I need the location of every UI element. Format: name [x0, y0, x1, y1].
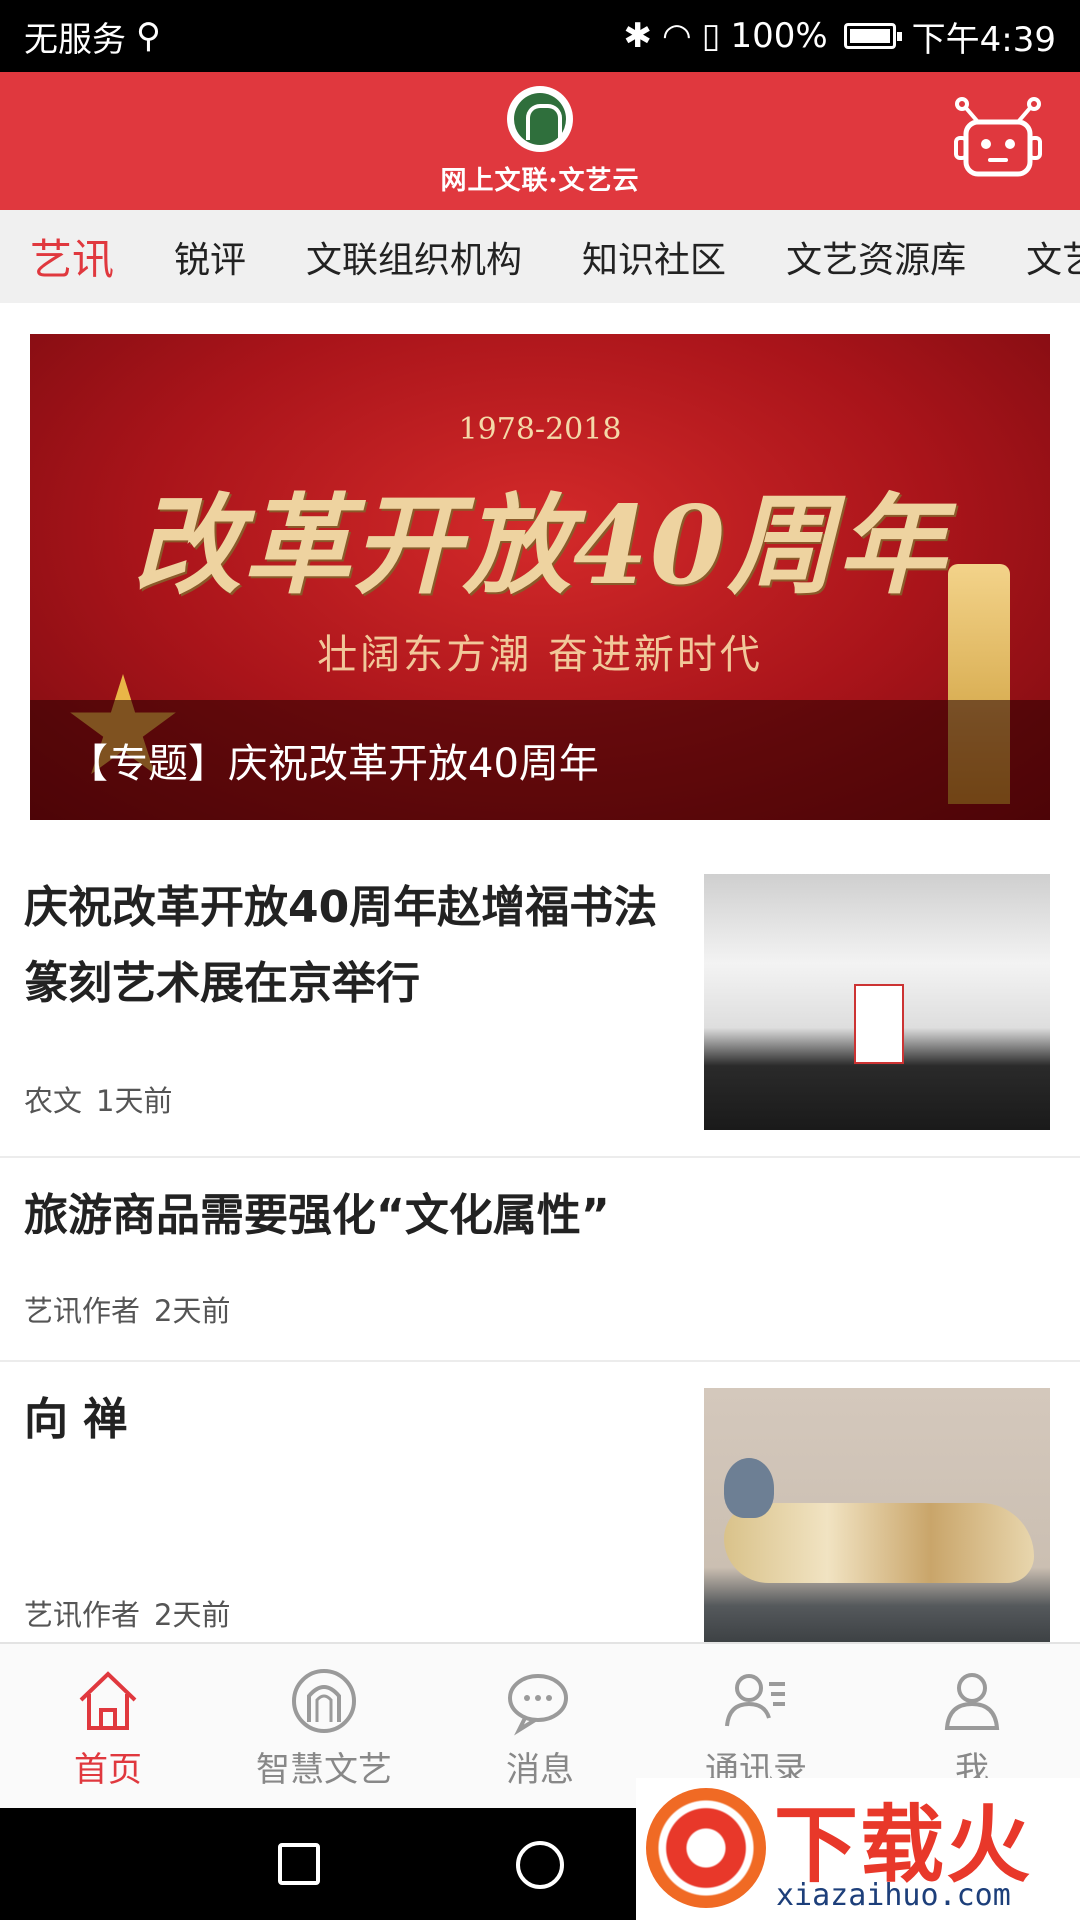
logo-icon: [292, 1669, 356, 1733]
clock: 下午4:39: [911, 19, 1056, 60]
nav-label: 首页: [74, 1750, 142, 1790]
news-item[interactable]: 庆祝改革开放40周年赵增福书法 篆刻艺术展在京举行 农文 1天前: [0, 850, 1080, 1158]
news-author: 艺讯作者: [24, 1598, 141, 1632]
recent-apps-button[interactable]: [278, 1843, 320, 1885]
news-meta: 农文 1天前: [24, 1078, 172, 1120]
news-thumbnail: [704, 874, 1050, 1130]
banner-caption: 【专题】庆祝改革开放40周年: [30, 700, 1050, 820]
news-title-line: 庆祝改革开放40周年赵增福书法: [24, 882, 658, 933]
battery-icon: [843, 23, 902, 49]
nav-label: 消息: [506, 1750, 574, 1790]
news-title: 旅游商品需要强化“文化属性”: [24, 1190, 610, 1241]
profile-icon: [944, 1673, 1000, 1730]
bluetooth-icon: ✱: [623, 16, 653, 56]
calligraphy-scroll-image: [854, 984, 904, 1064]
tab-ruiping[interactable]: 锐评: [144, 231, 276, 283]
robot-assistant-icon[interactable]: [952, 94, 1044, 186]
nav-home[interactable]: 首页: [0, 1644, 216, 1810]
tab-yixun[interactable]: 艺讯: [0, 226, 144, 287]
tab-organization[interactable]: 文联组织机构: [276, 231, 552, 283]
logo-text: 网上文联·文艺云: [440, 166, 640, 196]
tab-knowledge-community[interactable]: 知识社区: [552, 231, 756, 283]
news-list: 庆祝改革开放40周年赵增福书法 篆刻艺术展在京举行 农文 1天前 旅游商品需要强化…: [0, 850, 1080, 1662]
news-time: 1天前: [96, 1084, 173, 1118]
nav-smart-arts[interactable]: 智慧文艺: [216, 1644, 432, 1810]
sim-icon: ▯: [701, 16, 721, 56]
tab-resource-library[interactable]: 文艺资源库: [756, 231, 996, 283]
watermark-url: xiazaihuo.com: [776, 1878, 1011, 1913]
nav-label: 智慧文艺: [256, 1750, 392, 1790]
status-bar: 无服务 ⚲ ✱ ◠ ▯ 100% 下午4:39: [0, 0, 1080, 72]
message-icon: [508, 1674, 568, 1736]
contacts-icon: [725, 1674, 785, 1727]
news-meta: 艺讯作者 2天前: [24, 1288, 230, 1330]
banner-subtitle: 壮阔东方潮 奋进新时代: [317, 632, 763, 678]
nav-messages[interactable]: 消息: [432, 1644, 648, 1810]
news-title: 庆祝改革开放40周年赵增福书法 篆刻艺术展在京举行: [24, 870, 657, 1022]
banner-years: 1978-2018: [458, 412, 622, 447]
news-item[interactable]: 旅游商品需要强化“文化属性” 艺讯作者 2天前: [0, 1158, 1080, 1362]
watermark: 下载火 xiazaihuo.com: [636, 1778, 1080, 1920]
news-thumbnail: [704, 1388, 1050, 1644]
news-meta: 艺讯作者 2天前: [24, 1592, 230, 1634]
stone-sculpture-image: [724, 1503, 1034, 1583]
watermark-logo-icon: [646, 1788, 766, 1908]
carrier-label: 无服务: [24, 19, 126, 60]
app-header: 网上文联·文艺云: [0, 72, 1080, 210]
battery-percent: 100%: [730, 16, 828, 56]
category-tabs: 艺讯 锐评 文联组织机构 知识社区 文艺资源库 文艺: [0, 210, 1080, 303]
news-author: 艺讯作者: [24, 1294, 141, 1328]
news-item[interactable]: 向 禅 艺讯作者 2天前: [0, 1362, 1080, 1662]
logo-emblem-icon: [507, 86, 573, 152]
wifi-icon: ◠: [662, 16, 692, 56]
news-time: 2天前: [154, 1294, 231, 1328]
featured-banner[interactable]: 1978-2018 改革开放40周年 壮阔东方潮 奋进新时代 【专题】庆祝改革开…: [30, 334, 1050, 820]
banner-title: 改革开放40周年: [132, 483, 948, 609]
home-icon: [79, 1671, 137, 1730]
app-logo: 网上文联·文艺云: [440, 86, 640, 196]
usb-icon: ⚲: [136, 16, 161, 56]
tab-more[interactable]: 文艺: [996, 231, 1080, 283]
vase-image: [724, 1458, 774, 1518]
news-author: 农文: [24, 1084, 83, 1118]
news-title: 向 禅: [24, 1394, 128, 1445]
home-button[interactable]: [516, 1841, 564, 1889]
news-title-line: 篆刻艺术展在京举行: [24, 958, 420, 1009]
news-time: 2天前: [154, 1598, 231, 1632]
